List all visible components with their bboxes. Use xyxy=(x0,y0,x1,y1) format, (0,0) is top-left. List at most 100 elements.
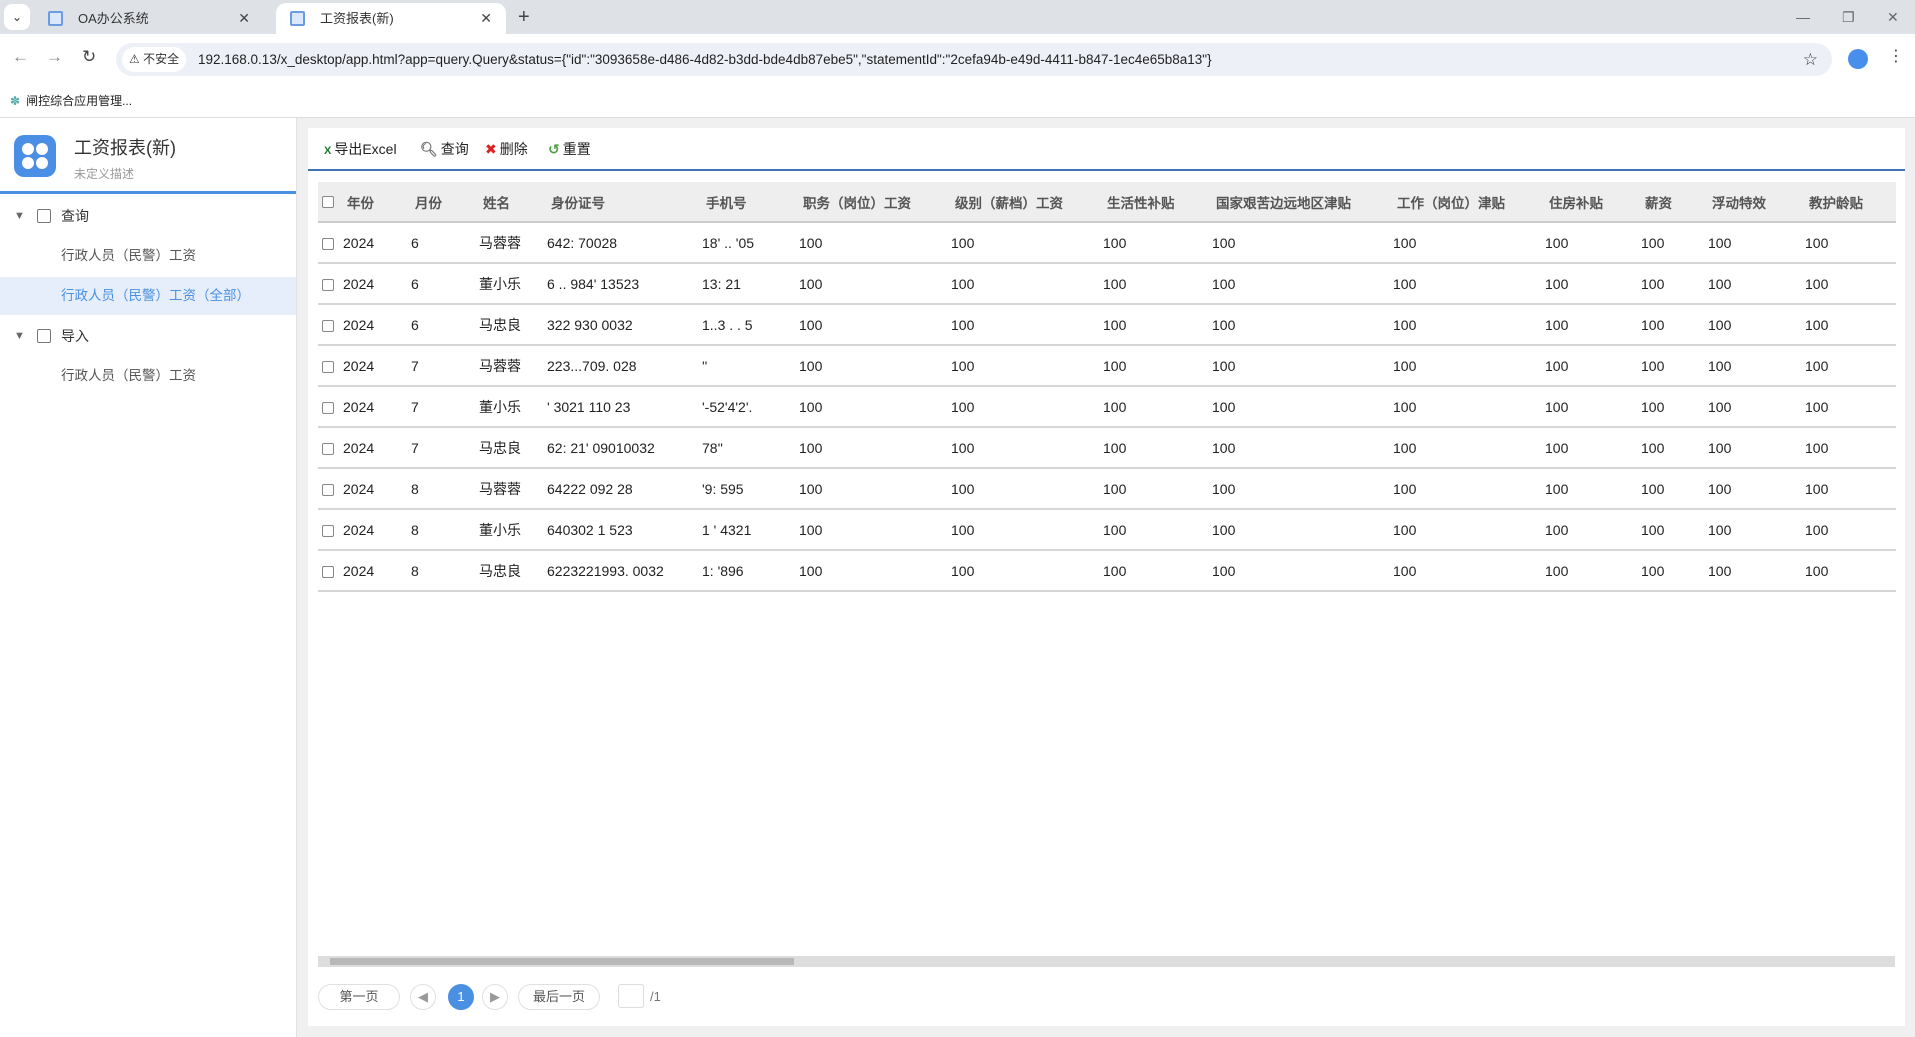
reset-label: 重置 xyxy=(562,141,591,157)
tab-oa[interactable]: OA办公系统 ✕ xyxy=(34,3,264,34)
restore-button[interactable]: ❐ xyxy=(1842,0,1855,34)
table-row[interactable]: 2024 7 董小乐 ' 3021 110 23 '-52'4'2'. 100 100 10… xyxy=(318,386,1896,428)
table-cell: 7 xyxy=(406,386,474,428)
security-chip[interactable]: ⚠ 不安全 xyxy=(122,47,187,72)
back-icon[interactable]: ← xyxy=(12,47,29,67)
import-icon xyxy=(37,329,51,343)
close-window-button[interactable]: ✕ xyxy=(1887,0,1899,34)
table-cell: 马忠良 xyxy=(474,304,542,346)
table-cell: 100 xyxy=(1540,345,1636,387)
table-cell: 100 xyxy=(1388,386,1540,428)
reset-button[interactable]: ↺ 重置 xyxy=(548,140,591,158)
table-cell: '-52'4'2'. xyxy=(697,386,794,428)
query-button[interactable]: 🔍︎ 查询 xyxy=(420,140,469,158)
close-icon[interactable]: ✕ xyxy=(238,3,250,34)
new-tab-button[interactable]: + xyxy=(518,0,530,34)
table-row[interactable]: 2024 8 马蓉蓉 64222 092 28'9: 595 100 100 100 100 1… xyxy=(318,468,1896,510)
table-cell: 100 xyxy=(1540,386,1636,428)
table-cell: 100 xyxy=(1207,468,1388,510)
table-cell: 2024 xyxy=(338,263,406,305)
row-checkbox[interactable] xyxy=(318,509,338,551)
table-cell: 100 xyxy=(1098,386,1207,428)
scrollbar-thumb[interactable] xyxy=(330,958,794,965)
row-checkbox[interactable] xyxy=(318,304,338,346)
profile-avatar[interactable] xyxy=(1848,49,1868,69)
next-page-icon[interactable]: ▶ xyxy=(482,984,508,1010)
row-checkbox[interactable] xyxy=(318,386,338,428)
row-checkbox[interactable] xyxy=(318,427,338,469)
delete-button[interactable]: ✖ 删除 xyxy=(485,140,528,158)
tab-salary-report[interactable]: 工资报表(新) ✕ xyxy=(276,3,506,34)
column-header: 生活性补贴 xyxy=(1098,182,1207,223)
table-cell: 100 xyxy=(1098,222,1207,264)
caret-down-icon[interactable]: ▼ xyxy=(14,317,25,355)
prev-page-icon[interactable]: ◀ xyxy=(410,984,436,1010)
menu-icon[interactable]: ⋮ xyxy=(1888,46,1904,66)
bookmark-star-icon[interactable]: ☆ xyxy=(1803,43,1818,76)
magnifier-icon: 🔍︎ xyxy=(420,141,438,157)
tree-item-import-staff-salary[interactable]: 行政人员（民警）工资 xyxy=(0,357,296,395)
app-header: 工资报表(新) 未定义描述 xyxy=(0,118,296,194)
table-row[interactable]: 2024 6 马忠良 322 930 0032 1..3 . . 5 100 100 100… xyxy=(318,304,1896,346)
excel-icon: X xyxy=(324,145,332,157)
first-page-button[interactable]: 第一页 xyxy=(318,984,400,1010)
row-checkbox[interactable] xyxy=(318,468,338,510)
table-cell: 100 xyxy=(1388,222,1540,264)
current-page-button[interactable]: 1 xyxy=(448,984,474,1010)
bookmark-item[interactable]: ✽ 闸控综合应用管理... xyxy=(10,90,132,112)
table-cell: 642: 70028 xyxy=(542,222,697,264)
table-cell: 322 930 0032 xyxy=(542,304,697,346)
table-cell: 100 xyxy=(1388,550,1540,592)
table-row[interactable]: 2024 7 马忠良 62: 21' 09010032 78'' 100 100 100 10… xyxy=(318,427,1896,469)
tab-search-button[interactable]: ⌄ xyxy=(4,4,30,30)
table-cell: 7 xyxy=(406,427,474,469)
select-all-checkbox[interactable] xyxy=(318,182,338,223)
delete-x-icon: ✖ xyxy=(485,141,497,157)
caret-down-icon[interactable]: ▼ xyxy=(14,197,25,235)
table-cell: 100 xyxy=(1703,509,1800,551)
table-cell: 100 xyxy=(1207,427,1388,469)
security-label: 不安全 xyxy=(143,52,180,66)
bookmarks-bar: ✽ 闸控综合应用管理... xyxy=(0,84,1915,118)
table-cell: 100 xyxy=(1703,263,1800,305)
table-cell: 100 xyxy=(1636,468,1703,510)
table-cell: 2024 xyxy=(338,345,406,387)
tree-node-label: 查询 xyxy=(61,208,89,224)
table-cell: 100 xyxy=(1636,263,1703,305)
column-header: 级别（薪档）工资 xyxy=(946,182,1098,223)
horizontal-scrollbar[interactable] xyxy=(318,956,1895,967)
table-cell: 100 xyxy=(794,304,946,346)
row-checkbox[interactable] xyxy=(318,550,338,592)
row-checkbox[interactable] xyxy=(318,263,338,305)
column-header: 教护龄贴 xyxy=(1800,182,1896,223)
table-cell: 100 xyxy=(1388,468,1540,510)
close-icon[interactable]: ✕ xyxy=(480,3,492,34)
table-row[interactable]: 2024 6 董小乐 6 .. 984' 13523 13: 21 100 100 100 10… xyxy=(318,263,1896,305)
tree-item-staff-salary[interactable]: 行政人员（民警）工资 xyxy=(0,237,296,275)
export-excel-button[interactable]: X 导出Excel xyxy=(324,140,397,160)
forward-icon[interactable]: → xyxy=(46,47,63,67)
table-row[interactable]: 2024 7 马蓉蓉 223...709. 028 '' 100 100 100 100 10… xyxy=(318,345,1896,387)
page-number-input[interactable] xyxy=(618,984,644,1008)
app-logo-icon xyxy=(14,135,56,177)
column-header: 职务（岗位）工资 xyxy=(794,182,946,223)
tree-node-query[interactable]: ▼ 查询 xyxy=(0,197,296,235)
table-cell: 18' .. '05 xyxy=(697,222,794,264)
table-row[interactable]: 2024 8 董小乐 640302 1 523 1 ' 4321 100 100 100 100… xyxy=(318,509,1896,551)
tree-node-import[interactable]: ▼ 导入 xyxy=(0,317,296,355)
minimize-button[interactable]: — xyxy=(1796,0,1810,34)
table-cell: 100 xyxy=(1800,550,1896,592)
tree-item-staff-salary-all[interactable]: 行政人员（民警）工资（全部） xyxy=(0,277,296,315)
row-checkbox[interactable] xyxy=(318,345,338,387)
table-row[interactable]: 2024 6 马蓉蓉 642: 70028 18' .. '05 100 100 100 100… xyxy=(318,222,1896,264)
tab-label: OA办公系统 xyxy=(78,11,149,26)
table-cell: 1..3 . . 5 xyxy=(697,304,794,346)
reload-icon[interactable]: ↻ xyxy=(82,47,96,67)
table-cell: 100 xyxy=(794,386,946,428)
table-cell: 62: 21' 09010032 xyxy=(542,427,697,469)
url-field[interactable]: ⚠ 不安全 192.168.0.13/x_desktop/app.html?ap… xyxy=(116,43,1832,76)
last-page-button[interactable]: 最后一页 xyxy=(518,984,600,1010)
row-checkbox[interactable] xyxy=(318,222,338,264)
table-row[interactable]: 2024 8 马忠良 6223221993. 0032 1: '896 100 100 100… xyxy=(318,550,1896,592)
table-cell: 马忠良 xyxy=(474,550,542,592)
